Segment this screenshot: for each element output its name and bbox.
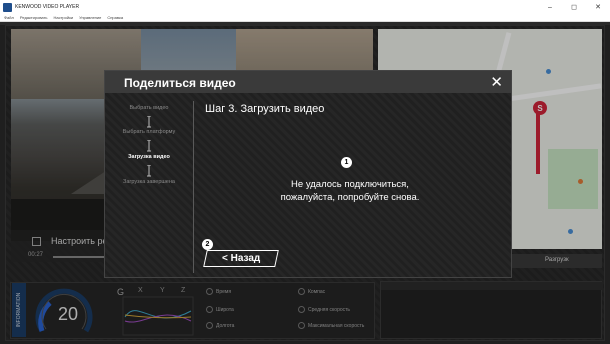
menu-bar: Файл Редактировать Настройки Управление … [0, 14, 610, 22]
annotation-marker-2: 2 [202, 239, 213, 250]
app-logo-icon [3, 2, 12, 12]
step-item-active: Загрузка видео [128, 154, 170, 160]
close-window-button[interactable]: ✕ [586, 0, 610, 14]
back-button-label: < Назад [221, 253, 261, 264]
title-bar: KENWOOD VIDEO PLAYER – ◻ ✕ [0, 0, 610, 14]
annotation-marker-1: 1 [341, 157, 352, 168]
step-item: Выбрать видео [129, 105, 169, 111]
app-title: KENWOOD VIDEO PLAYER [15, 4, 80, 10]
step-list: Выбрать видео Выбрать платформу Загрузка… [105, 93, 193, 277]
share-video-dialog: Поделиться видео ✕ Выбрать видео Выбрать… [104, 70, 512, 278]
menu-edit[interactable]: Редактировать [20, 15, 48, 20]
dialog-title: Поделиться видео [124, 76, 236, 90]
app-window: KENWOOD VIDEO PLAYER – ◻ ✕ Файл Редактир… [0, 0, 610, 344]
error-message: Не удалось подключиться, пожалуйста, поп… [235, 179, 465, 205]
minimize-button[interactable]: – [538, 0, 562, 14]
step-item: Выбрать платформу [122, 129, 176, 135]
back-button[interactable]: < Назад [203, 250, 279, 267]
error-line-1: Не удалось подключиться, [291, 179, 409, 190]
step-arrow-icon [147, 140, 151, 152]
restore-button[interactable]: ◻ [562, 0, 586, 14]
close-icon[interactable]: ✕ [490, 73, 503, 91]
menu-control[interactable]: Управление [79, 15, 101, 20]
step-arrow-icon [147, 116, 151, 128]
step-heading: Шаг 3. Загрузить видео [205, 103, 325, 115]
menu-help[interactable]: Справка [107, 15, 123, 20]
steps-divider [193, 101, 194, 273]
window-controls: – ◻ ✕ [538, 0, 610, 14]
dialog-body: Выбрать видео Выбрать платформу Загрузка… [105, 93, 511, 277]
step-arrow-icon [147, 165, 151, 177]
menu-settings[interactable]: Настройки [53, 15, 73, 20]
dialog-header: Поделиться видео ✕ [105, 71, 511, 93]
error-line-2: пожалуйста, попробуйте снова. [280, 191, 420, 203]
step-item: Загрузка завершена [123, 179, 175, 185]
menu-file[interactable]: Файл [4, 15, 14, 20]
